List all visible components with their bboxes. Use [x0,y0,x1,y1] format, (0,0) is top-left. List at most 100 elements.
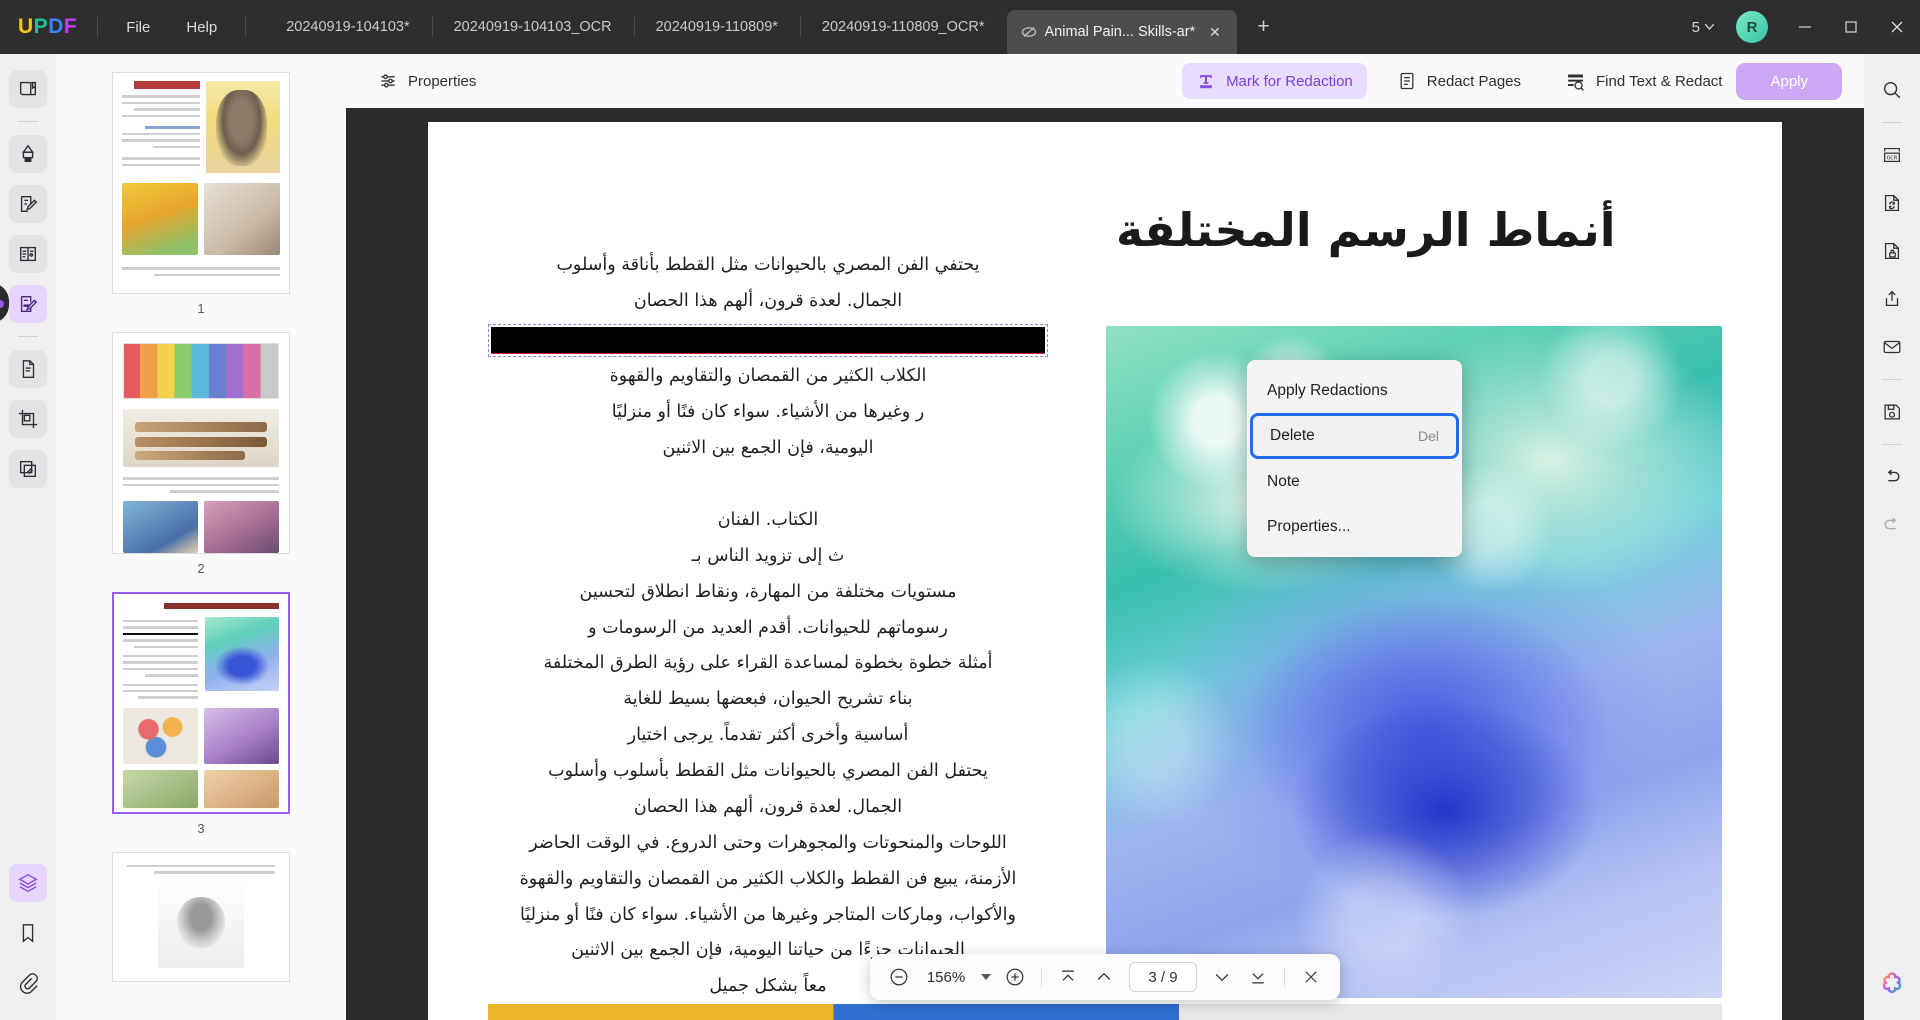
context-menu-item-delete[interactable]: Delete Del [1250,413,1459,459]
close-tab-icon[interactable]: ✕ [1207,23,1222,41]
page-thumbnail[interactable] [112,72,290,294]
text-line: اليومية، فإن الجمع بين الاثنين [662,438,874,458]
sidebar-reader-icon[interactable] [9,70,47,108]
mark-for-redaction-button[interactable]: Mark for Redaction [1182,63,1367,99]
document-tab-active[interactable]: Animal Pain... Skills-ar* ✕ [1006,10,1237,54]
sidebar-edit-pdf-icon[interactable] [9,185,47,223]
convert-icon[interactable] [1873,184,1911,222]
sidebar-crop-icon[interactable] [9,400,47,438]
paragraph-2: الكلاب الكثير من القمصان والتقاويم والقه… [488,359,1048,467]
page-footer-strip [488,1004,1722,1020]
redaction-mark[interactable] [488,323,1048,358]
context-item-label: Properties... [1267,517,1351,535]
page-text-column: يحتفي الفن المصري بالحيوانات مثل القطط ب… [488,152,1048,1005]
properties-label: Properties [408,72,477,90]
close-pager-button[interactable] [1294,960,1328,994]
redact-pages-button[interactable]: Redact Pages [1383,63,1535,99]
tab-count-dropdown[interactable]: 5 [1684,15,1722,40]
document-tab[interactable]: 20240919-104103* [264,8,431,46]
page-thumbnail[interactable] [112,852,290,982]
text-line: رسوماتهم للحيوانات. أقدم العديد من الرسو… [588,617,948,638]
menu-file[interactable]: File [108,13,168,42]
find-redact-icon [1568,74,1584,91]
tab-count-value: 5 [1691,18,1700,36]
menu-help[interactable]: Help [168,13,235,42]
share-icon[interactable] [1873,280,1911,318]
new-tab-button[interactable]: + [1249,12,1279,42]
context-item-label: Note [1267,472,1300,490]
sidebar-layers-icon[interactable] [9,864,47,902]
thumbnail-item[interactable]: 1 [112,72,290,328]
ocr-icon[interactable]: OCR [1873,136,1911,174]
zoom-out-button[interactable] [882,960,916,994]
page-thumbnail-panel[interactable]: 1 2 3 [56,54,346,1020]
document-tab[interactable]: 20240919-110809_OCR* [799,8,1007,46]
close-icon [1891,21,1903,33]
sidebar-form-icon[interactable] [9,235,47,273]
zoom-in-button[interactable] [998,960,1032,994]
text-line: أساسية وأخرى أكثر تقدماً. يرجى اختيار [627,725,909,746]
apply-button[interactable]: Apply [1736,62,1842,100]
undo-icon[interactable] [1873,458,1911,496]
context-menu-item-apply-redactions[interactable]: Apply Redactions [1247,368,1462,413]
context-menu-item-properties[interactable]: Properties... [1247,504,1462,549]
text-line: الجمال. لعدة قرون، ألهم هذا الحصان [633,796,903,817]
chevron-up-icon [1097,972,1111,980]
search-icon[interactable] [1873,71,1911,109]
close-window-button[interactable] [1874,0,1920,54]
sidebar-bookmark-icon[interactable] [9,914,47,952]
logo-letter-f: F [63,15,78,38]
properties-button[interactable]: Properties [364,63,490,99]
page-thumbnail-selected[interactable] [112,592,290,814]
protect-icon[interactable] [1873,232,1911,270]
mark-text-icon [1200,75,1212,89]
page-canvas-area: يحتفي الفن المصري بالحيوانات مثل القطط ب… [346,108,1864,1020]
user-avatar[interactable]: R [1736,11,1768,43]
page-navigation-toolbar[interactable]: 156% 3 / 9 [870,954,1340,1000]
redaction-context-menu[interactable]: Apply Redactions Delete Del Note Propert… [1247,360,1462,557]
zoom-dropdown-icon[interactable] [976,962,996,992]
find-text-and-redact-button[interactable]: Find Text & Redact [1551,63,1736,100]
sidebar-attachment-icon[interactable] [9,964,47,1002]
divider [1882,444,1902,445]
text-line: الكتاب. الفنان [717,509,819,530]
pdf-page: يحتفي الفن المصري بالحيوانات مثل القطط ب… [428,122,1782,1020]
ai-assistant-icon[interactable] [1873,964,1911,1002]
next-page-button[interactable] [1205,960,1239,994]
thumbnail-item-selected[interactable]: 3 [112,592,290,848]
email-icon[interactable] [1873,328,1911,366]
document-tab[interactable]: 20240919-110809* [633,8,800,46]
page-icon [1400,72,1414,90]
mark-for-redaction-label: Mark for Redaction [1226,72,1353,90]
text-line: يحتفل الفن المصري بالحيوانات مثل القطط ب… [548,761,988,781]
text-line: ر وغيرها من الأشياء. سواء كان فنًا أو من… [611,402,925,423]
sidebar-organize-pages-icon[interactable] [9,350,47,388]
first-page-button[interactable] [1051,960,1085,994]
maximize-button[interactable] [1828,0,1874,54]
redaction-fill [491,326,1045,353]
sidebar-annotate-icon[interactable] [9,135,47,173]
minimize-icon [1799,26,1811,28]
save-icon[interactable] [1873,393,1911,431]
last-page-button[interactable] [1241,960,1275,994]
divider [1882,122,1902,123]
page-thumbnail[interactable] [112,332,290,554]
last-page-icon [1252,973,1264,984]
redact-pages-label: Redact Pages [1426,72,1522,90]
right-tool-rail: OCR [1864,54,1920,1020]
divider [1284,967,1285,987]
page-number-input[interactable]: 3 / 9 [1129,962,1197,992]
sidebar-redact-icon[interactable] [9,285,47,323]
thumbnail-item[interactable]: 2 [112,332,290,588]
redacted-doc-icon [1021,24,1037,40]
context-menu-item-note[interactable]: Note [1247,459,1462,504]
thumbnail-item[interactable] [112,852,290,982]
redo-icon[interactable] [1873,506,1911,544]
document-tab[interactable]: 20240919-104103_OCR [431,8,634,46]
text-line: أمثلة خطوة بخطوة لمساعدة القراء على رؤية… [543,653,993,674]
previous-page-button[interactable] [1087,960,1121,994]
context-item-label: Delete [1270,427,1315,444]
zoom-level-value[interactable]: 156% [918,969,974,986]
sidebar-batch-icon[interactable] [9,450,47,488]
minimize-button[interactable] [1782,0,1828,54]
